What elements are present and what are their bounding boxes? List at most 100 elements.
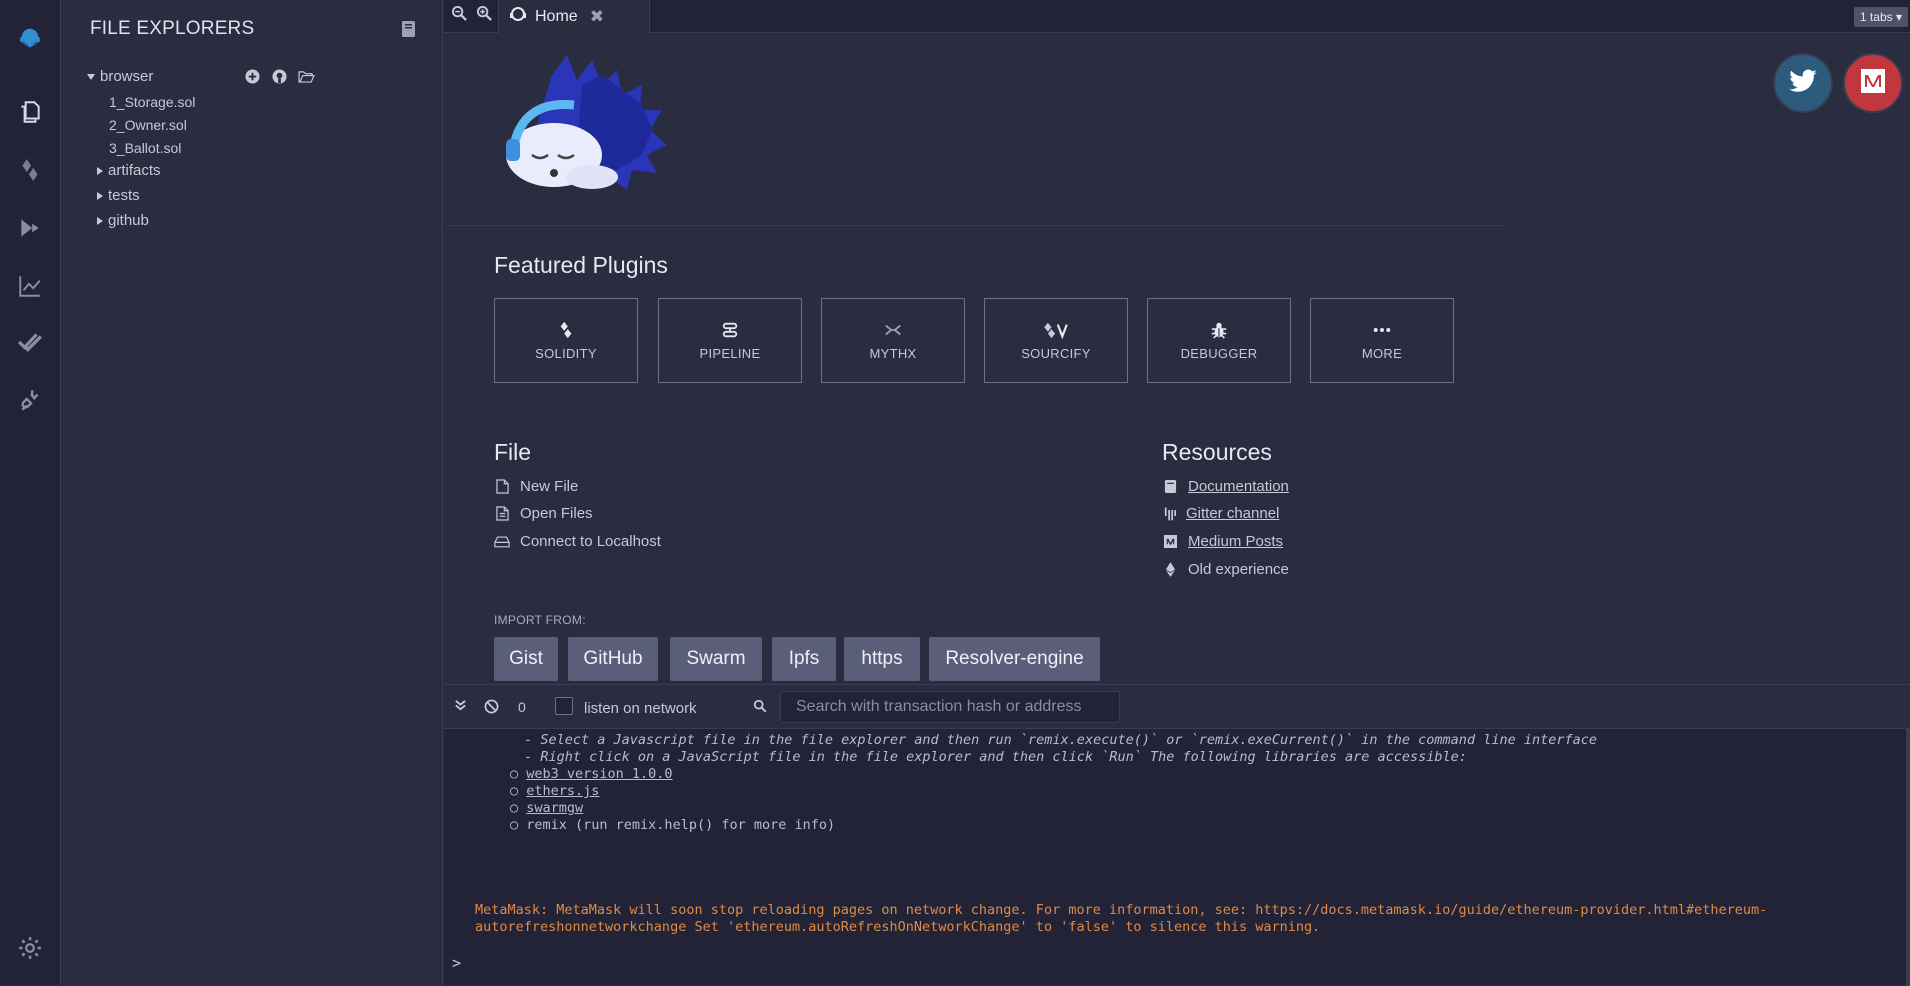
tab-bar: Home ✖ 1 tabs ▾ [444,0,1910,33]
metamask-warning: MetaMask: MetaMask will soon stop reload… [475,902,1768,918]
old-experience-link[interactable]: Old experience [1162,561,1289,578]
plugin-solidity-button[interactable]: SOLIDITY [494,298,638,383]
file-explorer-icon[interactable] [14,96,46,128]
link-label: Connect to Localhost [520,533,661,550]
import-ipfs-button[interactable]: Ipfs [772,637,836,681]
plugin-label: MYTHX [869,346,917,361]
file-explorer-panel: FILE EXPLORERS browser 1_Storage.sol 2_O… [61,0,443,985]
close-icon[interactable]: ✖ [590,7,604,27]
medium-posts-link[interactable]: Medium Posts [1162,533,1283,550]
link-label: Open Files [520,505,593,522]
explorer-title: FILE EXPLORERS [90,18,255,39]
plugin-more-button[interactable]: MORE [1310,298,1454,383]
solidity-compiler-icon[interactable] [14,154,46,186]
tree-folder-label: github [108,212,149,229]
caret-right-icon [97,216,103,225]
medium-square-icon [1162,534,1178,550]
plugin-mythx-button[interactable]: MYTHX [821,298,965,383]
import-github-button[interactable]: GitHub [568,637,658,681]
book-icon [1162,479,1178,495]
web3-link[interactable]: web3 version 1.0.0 [526,766,672,782]
open-files-link[interactable]: Open Files [494,505,593,522]
plugin-sourcify-button[interactable]: SOURCIFY [984,298,1128,383]
terminal-lib: ○ ethers.js [510,783,600,799]
featured-plugins-title: Featured Plugins [494,252,668,278]
tabs-count-dropdown[interactable]: 1 tabs ▾ [1853,7,1908,27]
tree-root-browser[interactable]: browser [87,68,153,85]
ellipsis-icon [1372,320,1392,340]
gitter-channel-link[interactable]: Gitter channel [1162,505,1279,522]
twitter-button[interactable] [1773,53,1833,113]
link-label: New File [520,478,579,495]
file-icon [494,479,510,495]
gitter-icon [1162,506,1178,522]
terminal-output: - Select a Javascript file in the file e… [444,728,1910,986]
clear-console-icon[interactable] [484,699,500,715]
link-label: Documentation [1188,478,1289,495]
zoom-out-icon[interactable] [451,5,469,23]
main-area: Home ✖ 1 tabs ▾ Featured Plugins SOLIDIT… [444,0,1910,986]
metamask-warning: autorefreshonnetworkchange Set 'ethereum… [475,919,1321,935]
connect-localhost-link[interactable]: Connect to Localhost [494,533,661,550]
open-folder-icon[interactable] [298,68,315,85]
hard-drive-icon [494,534,510,550]
tree-folder[interactable]: github [97,212,149,229]
home-page: Featured Plugins SOLIDITY PIPELINE MYTHX… [444,33,1910,684]
caret-right-icon [97,166,103,175]
swarmgw-link[interactable]: swarmgw [526,800,583,816]
caret-right-icon [97,191,103,200]
tab-home[interactable]: Home ✖ [498,0,650,33]
resources-title: Resources [1162,439,1272,465]
twitter-icon [1788,66,1818,101]
deploy-run-icon[interactable] [14,212,46,244]
bug-icon [1209,320,1229,340]
github-icon[interactable] [271,68,288,85]
tree-folder[interactable]: artifacts [97,162,161,179]
plugin-manager-icon[interactable] [14,384,46,416]
documentation-link[interactable]: Documentation [1162,478,1289,495]
terminal-line: - Select a Javascript file in the file e… [516,732,1597,748]
tree-file[interactable]: 2_Owner.sol [109,117,187,133]
documentation-book-icon[interactable] [401,20,417,38]
divider [446,225,1504,226]
tree-file[interactable]: 3_Ballot.sol [109,140,181,156]
remix-logo-icon[interactable] [6,14,54,62]
import-https-button[interactable]: https [844,637,920,681]
tree-actions [244,68,315,85]
terminal-lib: ○ web3 version 1.0.0 [510,766,673,782]
sourcify-icon [1041,320,1071,340]
settings-gear-icon[interactable] [14,932,46,964]
terminal-prompt[interactable]: > [452,954,461,972]
tests-check-icon[interactable] [14,326,46,358]
tabs-count-label: 1 tabs [1859,10,1893,24]
plugin-pipeline-button[interactable]: PIPELINE [658,298,802,383]
zoom-in-icon[interactable] [476,5,494,23]
add-file-icon[interactable] [244,68,261,85]
listen-network-label: listen on network [584,700,697,717]
double-chevron-down-icon[interactable] [454,699,468,713]
terminal-scrollbar[interactable] [1906,729,1910,986]
import-resolver-engine-button[interactable]: Resolver-engine [929,637,1100,681]
solidity-icon [556,320,576,340]
link-label: Medium Posts [1188,533,1284,550]
import-swarm-button[interactable]: Swarm [670,637,762,681]
tx-search-input[interactable]: Search with transaction hash or address [780,691,1120,723]
medium-icon [1859,67,1887,100]
plugin-debugger-button[interactable]: DEBUGGER [1147,298,1291,383]
medium-button[interactable] [1843,53,1903,113]
plugin-label: PIPELINE [699,346,761,361]
plugin-label: SOLIDITY [535,346,597,361]
listen-network-checkbox[interactable] [555,697,573,715]
import-gist-button[interactable]: Gist [494,637,558,681]
tree-root-label: browser [100,68,154,85]
analysis-icon[interactable] [14,270,46,302]
pending-tx-count: 0 [518,699,526,715]
terminal-lib: ○ remix (run remix.help() for more info) [510,817,836,833]
home-tab-label: Home [535,7,578,25]
ethers-link[interactable]: ethers.js [526,783,599,799]
mythx-icon [883,320,903,340]
tree-file[interactable]: 1_Storage.sol [109,94,195,110]
new-file-link[interactable]: New File [494,478,578,495]
tree-folder[interactable]: tests [97,187,140,204]
icon-rail [0,0,61,985]
